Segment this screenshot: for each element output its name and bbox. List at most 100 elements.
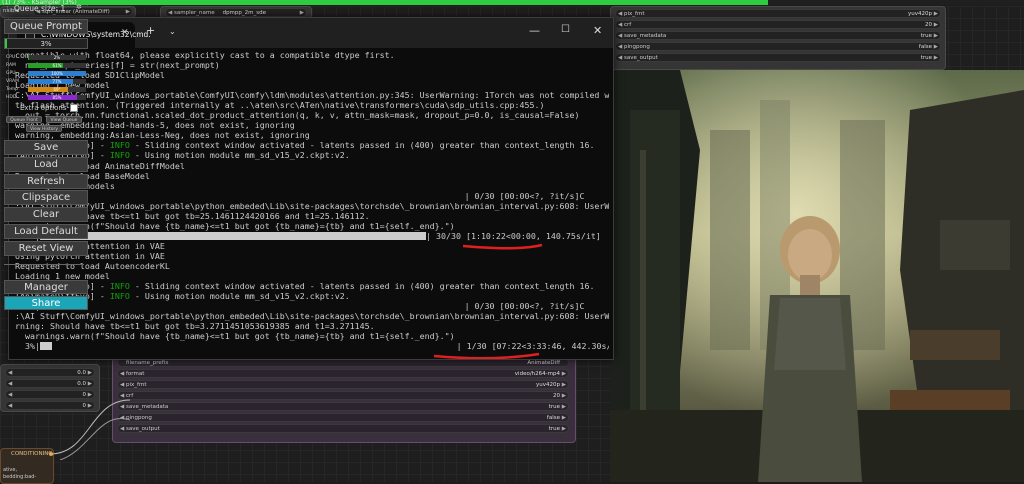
arrow-right-icon[interactable]: ▶ bbox=[88, 380, 92, 389]
arrow-right-icon[interactable]: ▶ bbox=[934, 43, 938, 52]
arrow-right-icon[interactable]: ▶ bbox=[562, 370, 566, 379]
top-pingpong-widget[interactable]: ◀ pingpong false ▶ bbox=[615, 42, 941, 51]
conditioning-node[interactable]: CONDITIONING ative, bedding:bad- bbox=[0, 448, 54, 484]
bottom-pingpong-widget[interactable]: ◀ pingpong false ▶ bbox=[117, 413, 569, 422]
arrow-left-icon[interactable]: ◀ bbox=[8, 402, 12, 411]
bottom-save-metadata-widget[interactable]: ◀ save_metadata true ▶ bbox=[117, 402, 569, 411]
video-combine-node-top[interactable]: ◀ pix_fmt yuv420p ▶ ◀ crf 20 ▶ ◀ save_metadata tru… bbox=[610, 6, 946, 70]
top-crf-label: crf bbox=[624, 22, 632, 28]
top-save-output-widget[interactable]: ◀ save_output true ▶ bbox=[615, 53, 941, 62]
clipspace-button[interactable]: Clipspace bbox=[4, 190, 88, 206]
top-pingpong-label: pingpong bbox=[624, 44, 650, 50]
arrow-right-icon[interactable]: ▶ bbox=[934, 10, 938, 19]
arrow-left-icon[interactable]: ◀ bbox=[120, 370, 124, 379]
stat-vram: VRAM 77% bbox=[6, 78, 86, 85]
top-pix-fmt-value: yuv420p bbox=[908, 11, 932, 17]
arrow-right-icon[interactable]: ▶ bbox=[88, 369, 92, 378]
filename-prefix-label: filename_prefix bbox=[126, 360, 169, 366]
load-default-button[interactable]: Load Default bbox=[4, 224, 88, 239]
bottom-save-output-value: true bbox=[548, 426, 560, 432]
divider bbox=[4, 264, 84, 265]
reset-view-button[interactable]: Reset View bbox=[4, 240, 88, 256]
stat-bar: 100% bbox=[28, 71, 86, 76]
share-button[interactable]: Share bbox=[4, 296, 88, 310]
tab-progress-fill bbox=[0, 0, 768, 5]
arrow-right-icon[interactable]: ▶ bbox=[934, 54, 938, 63]
terminal-window[interactable]: C:\WINDOWS\system32\cmd. ✕ + ⌄ — ☐ ✕ com… bbox=[8, 17, 614, 360]
view-queue-button[interactable]: View Queue bbox=[46, 116, 82, 123]
top-save-output-label: save_output bbox=[624, 55, 658, 61]
top-pix-fmt-label: pix_fmt bbox=[624, 11, 645, 17]
top-pix-fmt-widget[interactable]: ◀ pix_fmt yuv420p ▶ bbox=[615, 9, 941, 18]
stat-value: 100% bbox=[51, 71, 63, 76]
stat-value: 77% bbox=[52, 79, 62, 84]
stat-bar: 69° bbox=[28, 87, 86, 92]
number-widget[interactable]: ◀ 0.0 ▶ bbox=[5, 379, 95, 388]
manager-button[interactable]: Manager bbox=[4, 280, 88, 294]
clear-button[interactable]: Clear bbox=[4, 207, 88, 223]
gear-icon[interactable]: ✲ bbox=[76, 3, 82, 11]
number-widget[interactable]: ◀ 0.0 ▶ bbox=[5, 368, 95, 377]
video-combine-node-bottom[interactable]: filename_prefix AnimateDiff ◀ format video… bbox=[112, 355, 576, 443]
arrow-left-icon[interactable]: ◀ bbox=[618, 10, 622, 19]
bottom-save-metadata-label: save_metadata bbox=[126, 404, 169, 410]
number-widget-value: 0.0 bbox=[77, 370, 86, 376]
stat-label: VRAM bbox=[6, 79, 19, 84]
stat-label: RAM bbox=[6, 63, 16, 68]
save-button[interactable]: Save bbox=[4, 140, 88, 155]
bottom-pix-fmt-widget[interactable]: ◀ pix_fmt yuv420p ▶ bbox=[117, 380, 569, 389]
queue-progress-text: 3% bbox=[40, 40, 52, 48]
preview-image-art bbox=[610, 70, 1024, 482]
queue-progress-bar: 3% bbox=[4, 38, 88, 49]
bottom-format-label: format bbox=[126, 371, 145, 377]
stat-bar: 77% bbox=[28, 79, 86, 84]
top-crf-widget[interactable]: ◀ crf 20 ▶ bbox=[615, 20, 941, 29]
arrow-left-icon[interactable]: ◀ bbox=[618, 21, 622, 30]
stat-label: CPU bbox=[6, 55, 16, 60]
queue-size-label: Queue size: 1 bbox=[14, 4, 66, 13]
stat-bar: 61% bbox=[28, 63, 86, 68]
conditioning-text-2: bedding:bad- bbox=[3, 474, 37, 480]
arrow-right-icon[interactable]: ▶ bbox=[934, 21, 938, 30]
top-save-metadata-label: save_metadata bbox=[624, 33, 667, 39]
top-save-metadata-widget[interactable]: ◀ save_metadata true ▶ bbox=[615, 31, 941, 40]
arrow-left-icon[interactable]: ◀ bbox=[8, 380, 12, 389]
bottom-pix-fmt-label: pix_fmt bbox=[126, 382, 147, 388]
arrow-left-icon[interactable]: ◀ bbox=[618, 32, 622, 41]
stat-temp: Temp 69° bbox=[6, 86, 86, 93]
arrow-right-icon[interactable]: ▶ bbox=[562, 425, 566, 434]
drag-handle-icon[interactable]: ⋮⋮ bbox=[4, 3, 18, 11]
conditioning-title: CONDITIONING bbox=[11, 451, 53, 457]
extra-options-checkbox[interactable] bbox=[70, 104, 78, 112]
arrow-left-icon[interactable]: ◀ bbox=[618, 54, 622, 63]
bottom-format-widget[interactable]: ◀ format video/h264-mp4 ▶ bbox=[117, 369, 569, 378]
stat-bar: 2% bbox=[28, 55, 86, 60]
arrow-left-icon[interactable]: ◀ bbox=[8, 391, 12, 400]
stat-label: HDD bbox=[6, 95, 17, 100]
arrow-right-icon[interactable]: ▶ bbox=[562, 392, 566, 401]
bottom-save-output-widget[interactable]: ◀ save_output true ▶ bbox=[117, 424, 569, 433]
preview-image bbox=[610, 70, 1024, 482]
red-annotation-underlines bbox=[433, 243, 543, 359]
arrow-right-icon[interactable]: ▶ bbox=[562, 381, 566, 390]
extra-options-label: Extra options bbox=[20, 104, 67, 112]
top-save-output-value: true bbox=[920, 55, 932, 61]
queue-prompt-button[interactable]: Queue Prompt bbox=[4, 19, 88, 34]
sampler-name-widget[interactable]: ◀ sampler_name dpmpp_2m_sde ▶ bbox=[165, 8, 307, 17]
stat-bar: 85% bbox=[28, 95, 86, 100]
arrow-left-icon[interactable]: ◀ bbox=[8, 369, 12, 378]
queue-front-button[interactable]: Queue Front bbox=[6, 116, 42, 123]
filename-prefix-value: AnimateDiff bbox=[527, 360, 560, 366]
refresh-button[interactable]: Refresh bbox=[4, 173, 88, 189]
arrow-right-icon[interactable]: ▶ bbox=[562, 414, 566, 423]
arrow-right-icon[interactable]: ▶ bbox=[562, 403, 566, 412]
arrow-right-icon[interactable]: ▶ bbox=[126, 8, 130, 17]
load-button[interactable]: Load bbox=[4, 156, 88, 172]
arrow-right-icon[interactable]: ▶ bbox=[934, 32, 938, 41]
arrow-left-icon[interactable]: ◀ bbox=[618, 43, 622, 52]
top-pingpong-value: false bbox=[918, 44, 932, 50]
stat-ram: RAM 61% bbox=[6, 62, 86, 69]
view-history-button[interactable]: View History bbox=[26, 125, 62, 132]
bottom-crf-widget[interactable]: ◀ crf 20 ▶ bbox=[117, 391, 569, 400]
arrow-left-icon[interactable]: ◀ bbox=[120, 381, 124, 390]
